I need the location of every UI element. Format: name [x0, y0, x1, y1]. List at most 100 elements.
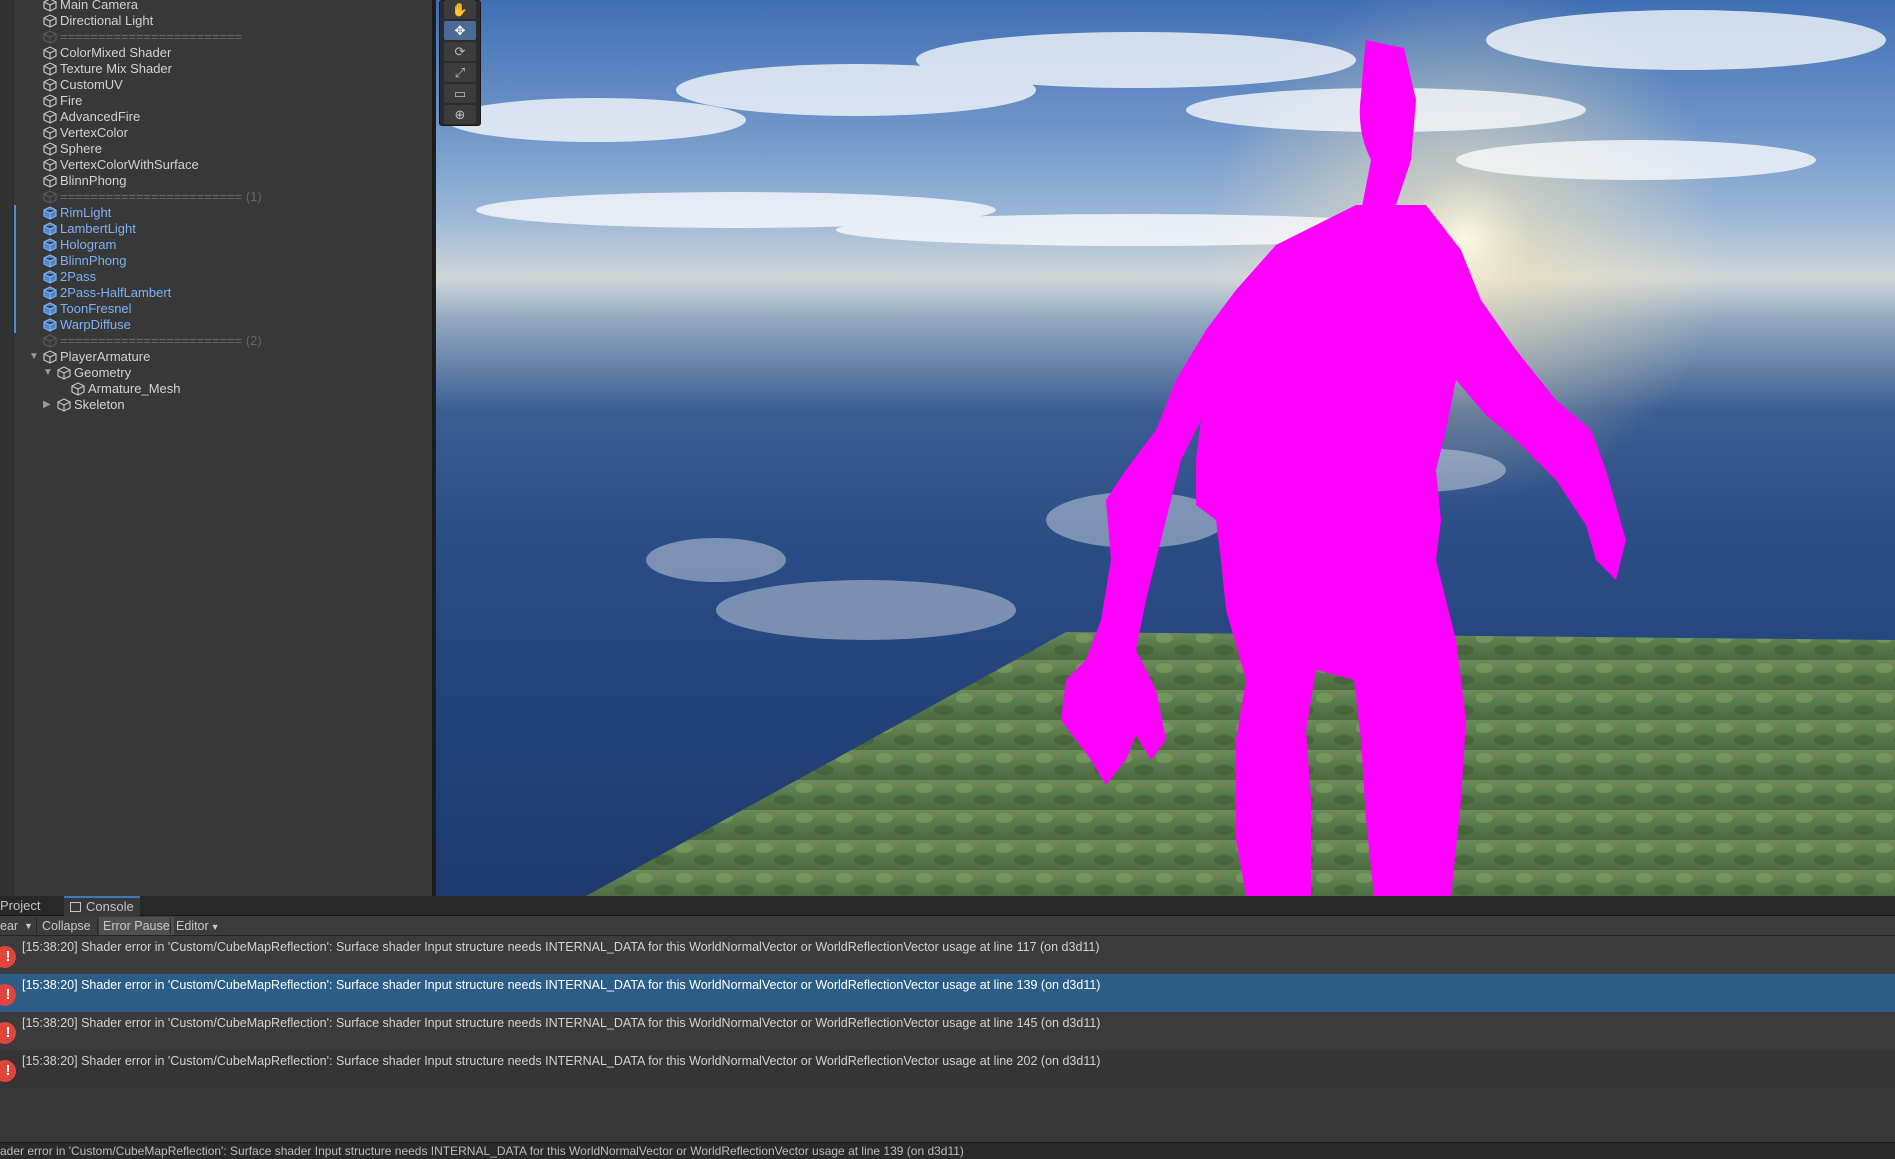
gameobject-cube-icon [43, 110, 57, 124]
console-log-list: ! [15:38:20] Shader error in 'Custom/Cube… [0, 936, 1895, 1142]
hierarchy-item-label: WarpDiffuse [60, 317, 131, 332]
hierarchy-item[interactable]: Armature_Mesh [0, 381, 432, 397]
prefab-override-marker [14, 269, 16, 285]
gameobject-cube-icon [43, 350, 57, 364]
status-bar[interactable]: ader error in 'Custom/CubeMapReflection'… [0, 1142, 1895, 1159]
gameobject-cube-icon [43, 190, 57, 204]
hierarchy-item[interactable]: VertexColorWithSurface [0, 157, 432, 173]
collapse-arrow-icon[interactable]: ▶ [43, 400, 53, 410]
hierarchy-item-label: Directional Light [60, 13, 154, 28]
expand-arrow-icon[interactable]: ▼ [43, 368, 53, 378]
error-icon: ! [0, 984, 16, 1006]
console-log-message: [15:38:20] Shader error in 'Custom/CubeM… [22, 1054, 1101, 1068]
hierarchy-item[interactable]: CustomUV [0, 77, 432, 93]
error-pause-button[interactable]: Error Pause [99, 917, 174, 935]
transform-tool-icon[interactable]: ⊕ [444, 105, 476, 124]
prefab-override-marker [14, 301, 16, 317]
hierarchy-item[interactable]: ColorMixed Shader [0, 45, 432, 61]
hierarchy-item[interactable]: VertexColor [0, 125, 432, 141]
console-log-entry[interactable]: ! [15:38:20] Shader error in 'Custom/Cube… [0, 974, 1895, 1012]
tab-console-label: Console [86, 899, 134, 914]
hierarchy-panel: Main Camera Directional Light ============… [0, 0, 434, 896]
console-log-entry[interactable]: ! [15:38:20] Shader error in 'Custom/Cube… [0, 1012, 1895, 1050]
hierarchy-separator[interactable]: ======================== [0, 29, 432, 45]
prefab-override-marker [14, 221, 16, 237]
prefab-cube-icon [43, 238, 57, 252]
hierarchy-item-label: VertexColorWithSurface [60, 157, 199, 172]
hierarchy-item[interactable]: Sphere [0, 141, 432, 157]
hierarchy-item[interactable]: Hologram [0, 237, 432, 253]
rotate-tool-icon[interactable]: ⟳ [444, 42, 476, 61]
expand-arrow-icon[interactable]: ▼ [29, 352, 39, 362]
prefab-cube-icon [43, 270, 57, 284]
clear-button[interactable]: ear [0, 917, 22, 935]
prefab-override-marker [14, 317, 16, 333]
hierarchy-item-label: ======================== (1) [60, 189, 262, 204]
prefab-cube-icon [43, 254, 57, 268]
chevron-down-icon: ▼ [210, 922, 220, 932]
editor-dropdown[interactable]: Editor ▼ [172, 917, 224, 935]
gameobject-cube-icon [43, 30, 57, 44]
scale-tool-icon[interactable]: ⤢ [444, 63, 476, 82]
hierarchy-item[interactable]: BlinnPhong [0, 173, 432, 189]
hierarchy-item[interactable]: ▼ Geometry [0, 365, 432, 381]
hierarchy-item[interactable]: ToonFresnel [0, 301, 432, 317]
console-log-message: [15:38:20] Shader error in 'Custom/CubeM… [22, 1016, 1101, 1030]
prefab-override-marker [14, 253, 16, 269]
hierarchy-item-label: ColorMixed Shader [60, 45, 172, 60]
console-toolbar: ear ▼ Collapse Error Pause Editor ▼ [0, 916, 1895, 936]
gameobject-cube-icon [43, 46, 57, 60]
hierarchy-item[interactable]: AdvancedFire [0, 109, 432, 125]
hierarchy-item[interactable]: ▶ Skeleton [0, 397, 432, 413]
collapse-button[interactable]: Collapse [38, 917, 95, 935]
hierarchy-item[interactable]: Directional Light [0, 13, 432, 29]
prefab-cube-icon [43, 318, 57, 332]
bottom-tabbar: Project Console [0, 896, 1895, 916]
hierarchy-item[interactable]: Fire [0, 93, 432, 109]
hierarchy-item[interactable]: ▼ PlayerArmature [0, 349, 432, 365]
gameobject-cube-icon [71, 382, 85, 396]
hierarchy-separator[interactable]: ======================== (2) [0, 333, 432, 349]
scene-view[interactable]: ✋ ✥ ⟳ ⤢ ▭ ⊕ [436, 0, 1895, 896]
toolbar-divider [170, 918, 171, 934]
hierarchy-item-label: Main Camera [60, 0, 139, 12]
hierarchy-item[interactable]: 2Pass [0, 269, 432, 285]
clear-button-label: ear [0, 919, 19, 933]
hierarchy-item[interactable]: WarpDiffuse [0, 317, 432, 333]
tab-project[interactable]: Project [0, 896, 46, 916]
gameobject-cube-icon [43, 174, 57, 188]
prefab-override-marker [14, 237, 16, 253]
console-log-entry[interactable]: ! [15:38:20] Shader error in 'Custom/Cube… [0, 1050, 1895, 1088]
hierarchy-item-label: PlayerArmature [60, 349, 151, 364]
hierarchy-item-label: 2Pass-HalfLambert [60, 285, 172, 300]
gameobject-cube-icon [43, 14, 57, 28]
hierarchy-item-label: Texture Mix Shader [60, 61, 172, 76]
hierarchy-item-label: Hologram [60, 237, 117, 252]
prefab-override-marker [14, 205, 16, 221]
hierarchy-separator[interactable]: ======================== (1) [0, 189, 432, 205]
hierarchy-item[interactable]: Main Camera [0, 0, 432, 13]
console-log-entry[interactable]: ! [15:38:20] Shader error in 'Custom/Cube… [0, 936, 1895, 974]
hierarchy-item-label: Sphere [60, 141, 102, 156]
error-icon: ! [0, 1022, 16, 1044]
editor-dropdown-label: Editor [176, 919, 209, 933]
tab-console[interactable]: Console [64, 896, 140, 916]
error-icon: ! [0, 1060, 16, 1082]
error-icon: ! [0, 946, 16, 968]
hierarchy-item[interactable]: LambertLight [0, 221, 432, 237]
toolbar-divider [97, 918, 98, 934]
hierarchy-item[interactable]: 2Pass-HalfLambert [0, 285, 432, 301]
scene-tools: ✋ ✥ ⟳ ⤢ ▭ ⊕ [439, 0, 481, 126]
clear-dropdown-icon[interactable]: ▼ [20, 917, 37, 935]
rect-tool-icon[interactable]: ▭ [444, 84, 476, 103]
gameobject-cube-icon [43, 78, 57, 92]
hierarchy-item-label: BlinnPhong [60, 253, 127, 268]
move-tool-icon[interactable]: ✥ [444, 21, 476, 40]
toolbar-divider [36, 918, 37, 934]
hierarchy-item-label: Armature_Mesh [88, 381, 181, 396]
hierarchy-item[interactable]: BlinnPhong [0, 253, 432, 269]
gameobject-cube-icon [43, 334, 57, 348]
hierarchy-item[interactable]: RimLight [0, 205, 432, 221]
hierarchy-item[interactable]: Texture Mix Shader [0, 61, 432, 77]
hand-tool-icon[interactable]: ✋ [444, 0, 476, 19]
